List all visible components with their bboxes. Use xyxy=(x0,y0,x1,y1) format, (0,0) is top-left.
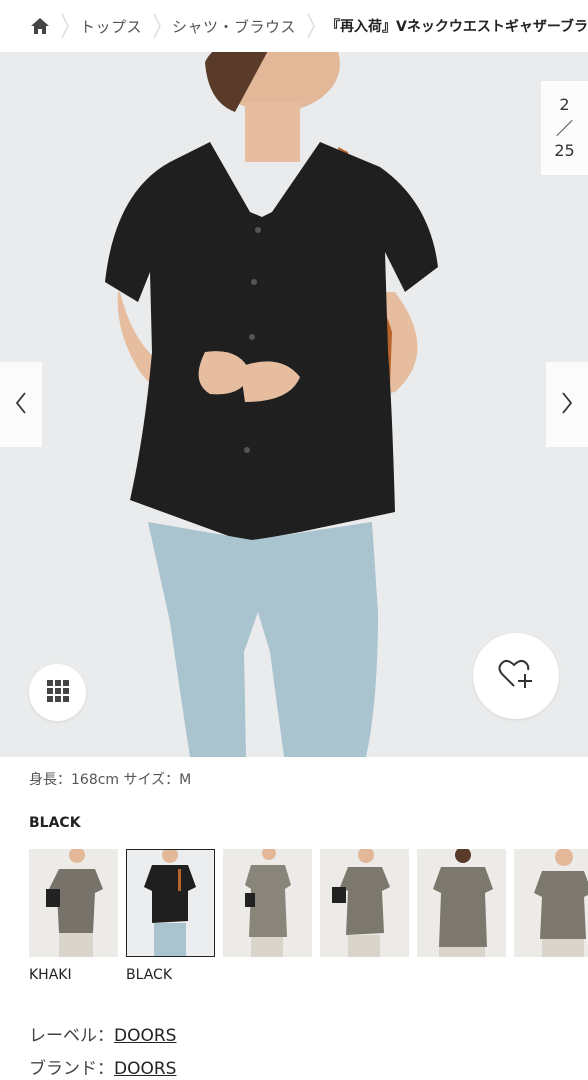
image-counter-current: 2 xyxy=(559,95,570,114)
brand-key: ブランド： xyxy=(29,1059,114,1079)
breadcrumb-current: 『再入荷』Vネックウエストギャザーブラ xyxy=(325,19,588,35)
chevron-left-icon xyxy=(14,391,28,419)
slash-divider xyxy=(556,119,574,137)
label-key: レーベル： xyxy=(29,1026,114,1046)
swatch-thumbnail xyxy=(417,849,506,957)
heart-plus-icon xyxy=(498,658,534,694)
swatch-thumbnail xyxy=(320,849,409,957)
image-counter: 2 25 xyxy=(541,81,588,175)
color-swatch-label: KHAKI xyxy=(29,967,72,983)
swatch-thumbnail xyxy=(126,849,215,957)
color-swatch-4[interactable] xyxy=(320,849,409,989)
color-swatch-label xyxy=(320,967,409,985)
color-swatch-label: BLACK xyxy=(126,967,173,983)
breadcrumb-item-shirts[interactable]: シャツ・ブラウス xyxy=(172,16,296,37)
image-counter-total: 25 xyxy=(554,141,575,160)
next-image-button[interactable] xyxy=(546,362,588,447)
swatch-thumbnail xyxy=(29,849,118,957)
chevron-right-icon xyxy=(560,391,574,419)
breadcrumb-item-tops[interactable]: トップス xyxy=(80,16,142,37)
chevron-right-icon xyxy=(302,11,320,41)
label-link[interactable]: DOORS xyxy=(114,1026,176,1046)
chevron-right-icon xyxy=(56,11,74,41)
color-swatch-label xyxy=(417,967,506,985)
selected-color-name: BLACK xyxy=(29,815,81,831)
chevron-right-icon xyxy=(148,11,166,41)
grid-icon xyxy=(46,679,69,706)
grid-view-button[interactable] xyxy=(29,664,86,721)
color-swatch-6[interactable] xyxy=(514,849,588,989)
color-swatch-list: KHAKI BLACK xyxy=(29,849,588,989)
model-info: 身長：168cm サイズ：M xyxy=(29,772,192,788)
label-row: レーベル：DOORS xyxy=(29,1021,176,1046)
color-swatch-label xyxy=(223,967,312,985)
color-swatch-khaki[interactable]: KHAKI xyxy=(29,849,118,989)
add-to-favorites-button[interactable] xyxy=(473,633,559,719)
color-swatch-5[interactable] xyxy=(417,849,506,989)
brand-row: ブランド：DOORS xyxy=(29,1054,176,1079)
product-image-gallery[interactable]: 2 25 xyxy=(0,52,588,757)
swatch-thumbnail xyxy=(223,849,312,957)
color-swatch-black[interactable]: BLACK xyxy=(126,849,215,989)
brand-link[interactable]: DOORS xyxy=(114,1059,176,1079)
swatch-thumbnail xyxy=(514,849,588,957)
home-icon[interactable] xyxy=(30,15,50,37)
color-swatch-3[interactable] xyxy=(223,849,312,989)
previous-image-button[interactable] xyxy=(0,362,42,447)
color-swatch-label xyxy=(514,967,588,985)
breadcrumb: トップス シャツ・ブラウス 『再入荷』Vネックウエストギャザーブラ xyxy=(0,0,588,52)
